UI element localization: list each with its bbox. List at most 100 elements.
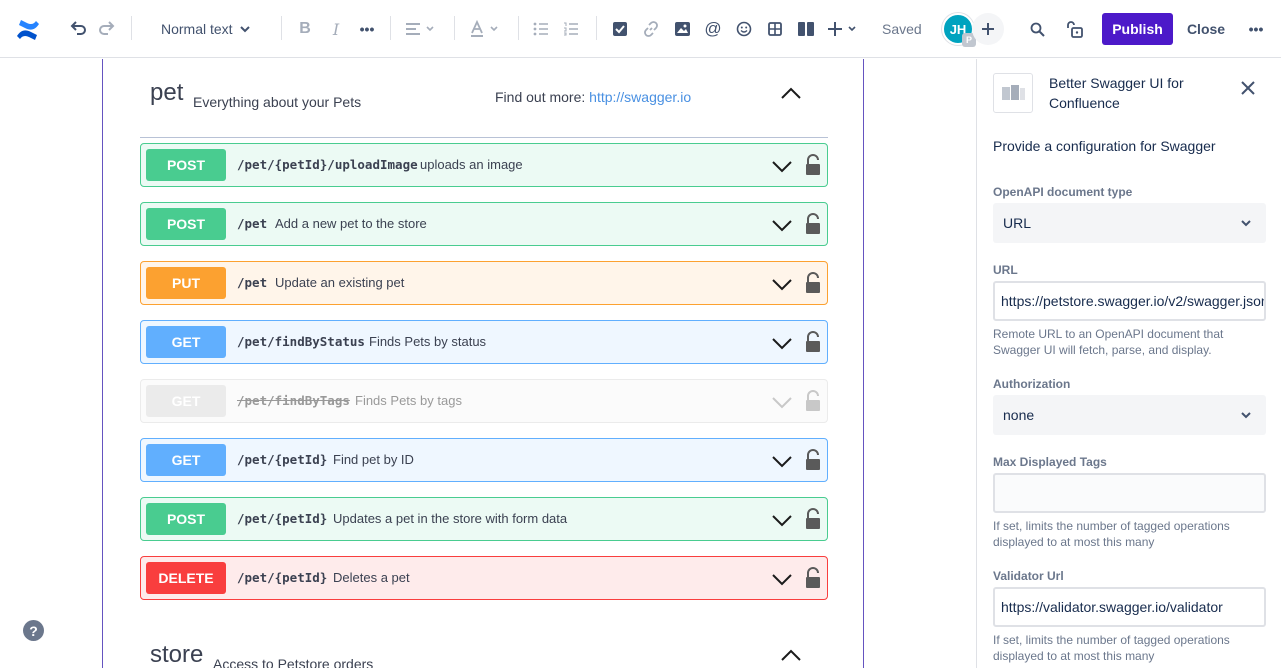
operation-summary: Update an existing pet xyxy=(275,275,405,290)
tag-find-more: Find out more: http://swagger.io xyxy=(495,89,691,105)
chevron-up-icon[interactable] xyxy=(780,645,804,668)
operation-row[interactable]: GET /pet/findByStatus Finds Pets by stat… xyxy=(140,320,828,364)
lock-icon[interactable] xyxy=(805,508,821,530)
confluence-logo-icon[interactable] xyxy=(14,16,42,44)
more-icon[interactable]: ••• xyxy=(1245,17,1267,41)
editor-toolbar: Normal text B I ••• @ Saved JH P Publish… xyxy=(0,0,1281,58)
max-tags-label: Max Displayed Tags xyxy=(993,455,1107,469)
panel-title: Better Swagger UI for Confluence xyxy=(1049,75,1184,111)
method-badge: DELETE xyxy=(146,562,226,594)
tag-section-store[interactable]: store Access to Petstore orders xyxy=(140,621,828,668)
chevron-down-icon xyxy=(1238,215,1254,231)
text-color-icon[interactable] xyxy=(468,17,502,41)
chevron-down-icon[interactable] xyxy=(771,449,793,471)
auth-value: none xyxy=(1003,407,1035,423)
chevron-down-icon[interactable] xyxy=(771,272,793,294)
toolbar-divider xyxy=(454,16,455,40)
chevron-up-icon[interactable] xyxy=(780,83,804,107)
chevron-down-icon xyxy=(239,23,251,35)
redo-icon[interactable] xyxy=(95,17,119,41)
help-icon[interactable]: ? xyxy=(23,620,44,641)
chevron-down-icon[interactable] xyxy=(771,508,793,530)
lock-icon[interactable] xyxy=(805,272,821,294)
lock-icon[interactable] xyxy=(805,390,821,412)
lock-icon[interactable] xyxy=(805,331,821,353)
close-button[interactable]: Close xyxy=(1184,13,1228,45)
operation-summary: Find pet by ID xyxy=(333,452,414,467)
url-field[interactable]: https://petstore.swagger.io/v2/swagger.j… xyxy=(993,281,1266,321)
doc-type-select[interactable]: URL xyxy=(993,203,1266,243)
text-style-label: Normal text xyxy=(161,21,233,37)
validator-label: Validator Url xyxy=(993,569,1064,583)
operation-row[interactable]: POST /pet/{petId} Updates a pet in the s… xyxy=(140,497,828,541)
tag-divider xyxy=(140,137,828,138)
auth-select[interactable]: none xyxy=(993,395,1266,435)
italic-icon[interactable]: I xyxy=(325,17,347,41)
doc-type-value: URL xyxy=(1003,215,1032,231)
bold-icon[interactable]: B xyxy=(294,17,316,41)
search-icon[interactable] xyxy=(1026,17,1048,41)
align-icon[interactable] xyxy=(404,17,438,41)
lock-icon[interactable] xyxy=(805,213,821,235)
lock-icon[interactable] xyxy=(805,567,821,589)
lock-icon[interactable] xyxy=(805,449,821,471)
find-more-label: Find out more: xyxy=(495,89,586,105)
restrictions-icon[interactable] xyxy=(1063,17,1085,41)
toolbar-divider xyxy=(281,16,282,40)
chevron-down-icon[interactable] xyxy=(771,567,793,589)
mention-icon[interactable]: @ xyxy=(702,17,724,41)
operation-summary: uploads an image xyxy=(420,157,523,172)
editor-canvas: pet Everything about your Pets Find out … xyxy=(0,59,976,668)
url-label: URL xyxy=(993,263,1018,277)
operation-row[interactable]: POST /pet Add a new pet to the store xyxy=(140,202,828,246)
close-icon[interactable] xyxy=(1237,77,1261,101)
url-help: Remote URL to an OpenAPI document that S… xyxy=(993,327,1224,357)
swagger-macro[interactable]: pet Everything about your Pets Find out … xyxy=(102,59,864,668)
insert-icon[interactable] xyxy=(827,17,861,41)
toolbar-divider xyxy=(596,16,597,40)
more-formatting-icon[interactable]: ••• xyxy=(356,17,378,41)
tag-name: store xyxy=(150,641,204,668)
find-more-link[interactable]: http://swagger.io xyxy=(589,89,691,105)
method-badge: POST xyxy=(146,503,226,535)
chevron-down-icon[interactable] xyxy=(771,331,793,353)
tag-description: Everything about your Pets xyxy=(193,94,362,110)
operation-row[interactable]: GET /pet/{petId} Find pet by ID xyxy=(140,438,828,482)
operation-row[interactable]: POST /pet/{petId}/uploadImage uploads an… xyxy=(140,143,828,187)
operation-row[interactable]: PUT /pet Update an existing pet xyxy=(140,261,828,305)
invite-button[interactable] xyxy=(972,13,1004,45)
validator-value: https://validator.swagger.io/validator xyxy=(1001,599,1223,615)
layout-icon[interactable] xyxy=(795,17,817,41)
tag-description: Access to Petstore orders xyxy=(213,656,374,668)
undo-icon[interactable] xyxy=(66,17,90,41)
validator-url-field[interactable]: https://validator.swagger.io/validator xyxy=(993,587,1266,627)
method-badge: GET xyxy=(146,385,226,417)
method-badge: POST xyxy=(146,149,226,181)
table-icon[interactable] xyxy=(764,17,786,41)
emoji-icon[interactable] xyxy=(733,17,755,41)
operation-path: /pet/{petId} xyxy=(237,511,328,526)
lock-icon[interactable] xyxy=(805,154,821,176)
max-tags-field[interactable] xyxy=(993,473,1266,513)
publish-button[interactable]: Publish xyxy=(1102,13,1173,45)
doc-type-label: OpenAPI document type xyxy=(993,185,1133,199)
operation-row[interactable]: DELETE /pet/{petId} Deletes a pet xyxy=(140,556,828,600)
method-badge: POST xyxy=(146,208,226,240)
toolbar-divider xyxy=(131,16,132,40)
chevron-down-icon[interactable] xyxy=(771,154,793,176)
operation-summary: Add a new pet to the store xyxy=(275,216,427,231)
task-icon[interactable] xyxy=(609,17,631,41)
method-badge: GET xyxy=(146,444,226,476)
link-icon[interactable] xyxy=(640,17,662,41)
operation-row-deprecated[interactable]: GET /pet/findByTags Finds Pets by tags xyxy=(140,379,828,423)
image-icon[interactable] xyxy=(671,17,693,41)
chevron-down-icon[interactable] xyxy=(771,390,793,412)
numbered-list-icon[interactable] xyxy=(560,17,582,41)
chevron-down-icon xyxy=(1238,407,1254,423)
operation-summary: Deletes a pet xyxy=(333,570,410,585)
text-style-dropdown[interactable]: Normal text xyxy=(161,0,251,58)
chevron-down-icon[interactable] xyxy=(771,213,793,235)
tag-section-pet[interactable]: pet Everything about your Pets Find out … xyxy=(140,59,828,137)
method-badge: GET xyxy=(146,326,226,358)
bullet-list-icon[interactable] xyxy=(530,17,552,41)
